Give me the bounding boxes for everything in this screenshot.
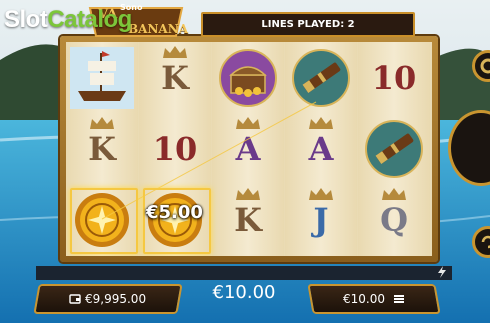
refresh-icon xyxy=(481,235,490,249)
balance-value: €9,995.00 xyxy=(85,292,147,306)
info-bar xyxy=(36,266,452,280)
autoplay-button[interactable] xyxy=(472,226,490,258)
wallet-icon xyxy=(69,294,82,304)
reel-frame: K K 10 A K A J 10 Q xyxy=(60,36,438,262)
turbo-icon[interactable] xyxy=(437,266,447,278)
win-highlight xyxy=(70,188,138,254)
bet-value: €10.00 xyxy=(343,292,386,306)
bet-button[interactable]: €10.00 xyxy=(307,284,441,314)
logo-line3: BANANA xyxy=(128,22,189,36)
win-amount-label: €5.00 xyxy=(146,202,203,223)
lines-played-banner: LINES PLAYED: 2 xyxy=(201,12,415,37)
reel-area: K K 10 A K A J 10 Q xyxy=(66,42,432,256)
coin-stack-icon xyxy=(393,295,404,303)
settings-button[interactable] xyxy=(472,50,490,82)
balance-display: €9,995.00 xyxy=(33,284,183,314)
bottom-bar: €9,995.00 €10.00 €10.00 xyxy=(0,266,490,323)
gear-icon xyxy=(480,58,490,74)
total-win-value: €10.00 xyxy=(212,282,276,303)
watermark: SlotCatalog xyxy=(4,6,132,33)
